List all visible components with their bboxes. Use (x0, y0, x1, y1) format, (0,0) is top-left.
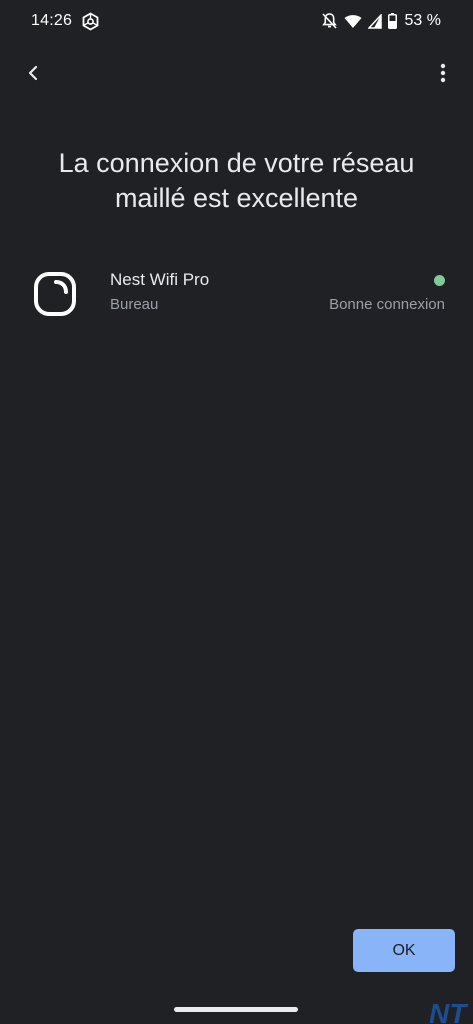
status-icons: 53 % (321, 11, 441, 31)
wifi-icon (344, 14, 362, 29)
page-title: La connexion de votre réseau maillé est … (58, 148, 415, 213)
screen: 14:26 53 % La connexion de votre réseau … (0, 0, 473, 1024)
battery-icon (387, 13, 397, 29)
app-hexagon-icon (81, 12, 100, 31)
notifications-off-icon (321, 12, 338, 30)
nest-wifi-pro-icon (32, 270, 78, 318)
back-button[interactable] (18, 60, 48, 90)
svg-text:NT: NT (429, 998, 469, 1024)
nt-watermark-logo: NT (427, 996, 471, 1024)
signal-icon (367, 13, 382, 29)
battery-percent: 53 % (404, 12, 441, 29)
device-row[interactable]: Nest Wifi Pro Bureau Bonne connexion (0, 258, 473, 338)
ok-button[interactable]: OK (353, 929, 455, 972)
chevron-left-icon (26, 65, 40, 86)
more-vert-icon (440, 63, 446, 88)
gesture-navigation-bar[interactable] (174, 1007, 298, 1012)
status-bar: 14:26 53 % (0, 0, 473, 44)
device-connection-status: Bonne connexion (329, 296, 445, 313)
device-room: Bureau (110, 296, 159, 313)
more-options-button[interactable] (431, 60, 455, 90)
device-name: Nest Wifi Pro (110, 270, 210, 289)
connection-status-dot (434, 275, 445, 286)
status-time: 14:26 (31, 12, 73, 29)
